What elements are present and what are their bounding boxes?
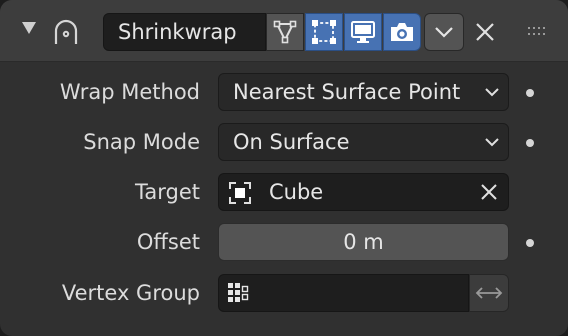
keyframe-dot[interactable] bbox=[526, 139, 534, 147]
viewport-display-icon bbox=[351, 21, 375, 43]
target-value: Cube bbox=[269, 180, 324, 204]
shrinkwrap-icon bbox=[54, 19, 78, 44]
modifier-menu-button[interactable] bbox=[424, 13, 464, 51]
invert-vertex-group-button[interactable] bbox=[469, 274, 509, 312]
invert-arrows-icon bbox=[475, 287, 503, 299]
edit-mode-toggle[interactable] bbox=[266, 13, 304, 51]
keyframe-dot[interactable] bbox=[526, 239, 534, 247]
chevron-down-icon bbox=[435, 27, 453, 38]
target-object-field[interactable]: Cube bbox=[218, 173, 509, 211]
chevron-down-icon bbox=[485, 88, 499, 97]
wrap-method-dropdown[interactable]: Nearest Surface Point bbox=[218, 73, 509, 111]
collapse-arrow-icon[interactable] bbox=[22, 22, 36, 34]
drag-grip-icon[interactable] bbox=[527, 26, 549, 38]
wrap-method-label: Wrap Method bbox=[59, 80, 200, 104]
keyframe-dot[interactable] bbox=[526, 89, 534, 97]
snap-mode-value: On Surface bbox=[233, 130, 350, 154]
modifier-panel: Shrinkwrap Wrap Method Nearest Surface P… bbox=[0, 0, 568, 336]
vertex-group-icon bbox=[228, 283, 249, 302]
snap-mode-label: Snap Mode bbox=[83, 130, 200, 154]
on-cage-toggle[interactable] bbox=[305, 13, 343, 51]
target-label: Target bbox=[135, 180, 200, 204]
chevron-down-icon bbox=[485, 138, 499, 147]
realtime-viewport-toggle[interactable] bbox=[344, 13, 382, 51]
modifier-header: Shrinkwrap bbox=[0, 0, 568, 62]
render-toggle[interactable] bbox=[383, 13, 421, 51]
on-cage-icon bbox=[312, 20, 336, 44]
modifier-name-input[interactable]: Shrinkwrap bbox=[103, 13, 266, 51]
offset-label: Offset bbox=[136, 230, 200, 254]
render-camera-icon bbox=[391, 23, 413, 41]
offset-number-field[interactable]: 0 m bbox=[218, 223, 509, 261]
vertex-group-label: Vertex Group bbox=[61, 281, 200, 305]
vertex-group-field[interactable] bbox=[218, 274, 469, 312]
object-icon bbox=[229, 182, 251, 204]
wrap-method-value: Nearest Surface Point bbox=[233, 80, 461, 104]
snap-mode-dropdown[interactable]: On Surface bbox=[218, 123, 509, 161]
clear-icon[interactable] bbox=[480, 183, 498, 201]
close-icon[interactable] bbox=[472, 19, 498, 45]
edit-mode-icon bbox=[273, 20, 297, 44]
